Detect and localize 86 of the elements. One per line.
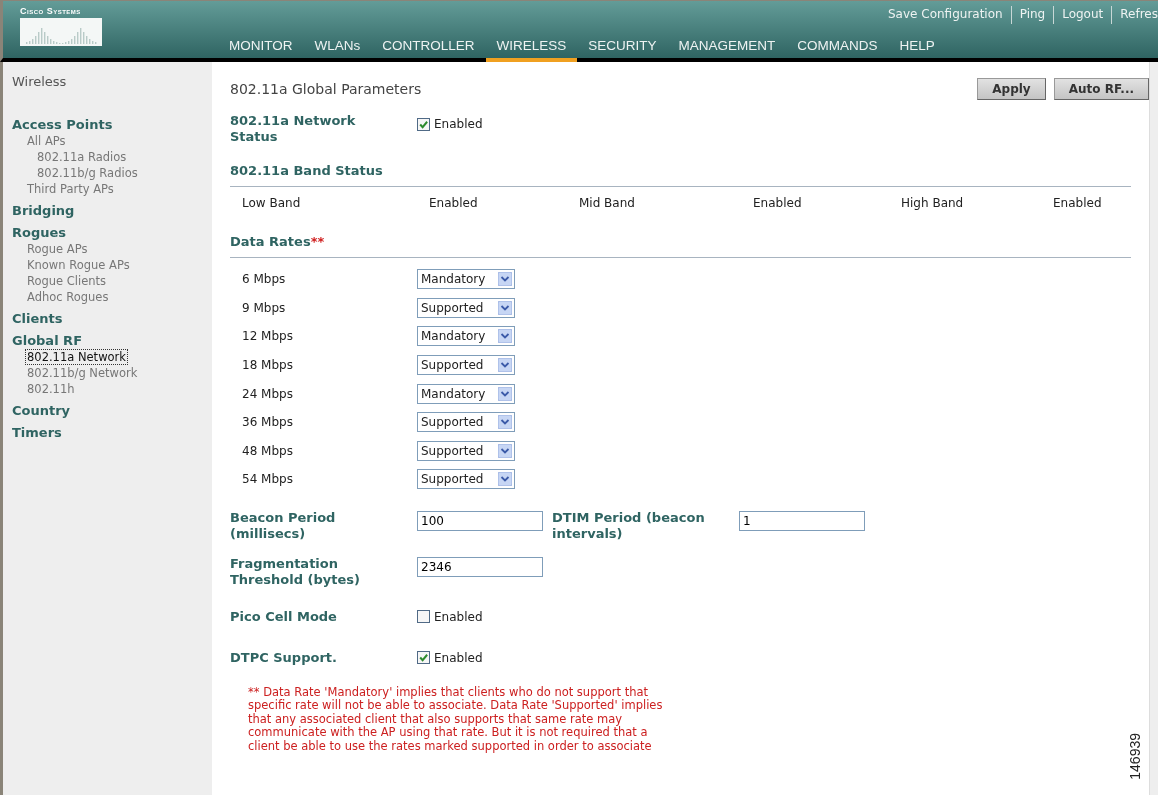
sidebar-section[interactable]: Timers bbox=[12, 425, 62, 441]
sidebar-item[interactable]: Known Rogue APs bbox=[25, 257, 132, 273]
field-label: 802.11a Network Status bbox=[230, 113, 357, 145]
sidebar-item[interactable]: Adhoc Rogues bbox=[25, 289, 111, 305]
rate-dropdown[interactable]: Mandatory bbox=[417, 383, 515, 404]
nav-tab[interactable]: HELP bbox=[888, 38, 946, 62]
sidebar-item[interactable]: 802.11a Radios bbox=[35, 149, 129, 165]
input-field[interactable]: 100 bbox=[417, 510, 543, 531]
sidebar-section[interactable]: Rogues bbox=[12, 225, 67, 241]
caret-icon bbox=[498, 329, 512, 344]
band-value: Enabled bbox=[753, 196, 803, 210]
checkbox-label: Enabled bbox=[434, 650, 483, 665]
rate-label: 9 Mbps bbox=[241, 300, 287, 315]
rate-dropdown[interactable]: Mandatory bbox=[417, 326, 515, 347]
rate-label: 36 Mbps bbox=[241, 415, 294, 430]
figure-number: 146939 bbox=[1127, 733, 1143, 780]
section-heading: 802.11a Band Status bbox=[230, 163, 1131, 187]
field-label: DTIM Period (beacon intervals) bbox=[552, 509, 706, 542]
sidebar-item[interactable]: All APs bbox=[25, 133, 68, 149]
field-label: Fragmentation Threshold (bytes) bbox=[230, 555, 361, 588]
rate-label: 18 Mbps bbox=[241, 358, 294, 373]
section-heading: Data Rates bbox=[230, 234, 311, 249]
input-field[interactable]: 2346 bbox=[417, 556, 543, 577]
nav-tab[interactable]: CONTROLLER bbox=[371, 38, 486, 62]
rate-dropdown[interactable]: Supported bbox=[417, 297, 515, 318]
caret-icon bbox=[498, 358, 512, 373]
rate-label: 12 Mbps bbox=[241, 329, 294, 344]
footnote-marker: ** bbox=[310, 234, 325, 249]
sidebar-item[interactable]: 802.11h bbox=[25, 381, 77, 397]
rate-dropdown[interactable]: Supported bbox=[417, 355, 515, 376]
field-label: Beacon Period (millisecs) bbox=[230, 509, 337, 542]
header-link[interactable]: Ping bbox=[1010, 6, 1054, 24]
page-title: 802.11a Global Parameters bbox=[230, 81, 422, 97]
nav-tab[interactable]: WIRELESS bbox=[485, 38, 578, 62]
band-label: Mid Band bbox=[579, 196, 636, 210]
header-link[interactable]: Logout bbox=[1053, 6, 1112, 24]
rate-dropdown[interactable]: Supported bbox=[417, 469, 515, 490]
rate-label: 6 Mbps bbox=[241, 272, 287, 287]
nav-tab[interactable]: COMMANDS bbox=[786, 38, 889, 62]
checkbox-label: Enabled bbox=[434, 117, 483, 131]
sidebar-item[interactable]: Third Party APs bbox=[25, 181, 116, 197]
rate-label: 48 Mbps bbox=[241, 443, 294, 458]
rate-label: 24 Mbps bbox=[241, 386, 294, 401]
band-value: Enabled bbox=[429, 196, 479, 210]
header-link[interactable]: Refres bbox=[1111, 6, 1158, 24]
sidebar-item[interactable]: 802.11b/g Radios bbox=[35, 165, 140, 181]
field-label: Pico Cell Mode bbox=[230, 608, 338, 625]
sidebar-section[interactable]: Bridging bbox=[12, 203, 75, 219]
checkbox-label: Enabled bbox=[434, 609, 483, 624]
caret-icon bbox=[498, 415, 512, 430]
logo-bars-icon bbox=[20, 18, 102, 46]
checkbox[interactable] bbox=[417, 117, 430, 131]
header-link[interactable]: Save Configuration bbox=[880, 6, 1011, 24]
sidebar-item[interactable]: 802.11a Network bbox=[25, 349, 128, 365]
rate-dropdown[interactable]: Supported bbox=[417, 440, 515, 461]
band-label: Low Band bbox=[242, 196, 302, 210]
sidebar-section[interactable]: Global RF bbox=[12, 333, 82, 349]
rate-dropdown[interactable]: Supported bbox=[417, 412, 515, 433]
action-button[interactable]: Apply bbox=[977, 78, 1046, 100]
band-value: Enabled bbox=[1053, 196, 1103, 210]
sidebar-section[interactable]: Access Points bbox=[12, 117, 113, 133]
field-label: DTPC Support. bbox=[230, 649, 338, 666]
checkbox[interactable] bbox=[417, 651, 430, 665]
nav-tab[interactable]: WLANs bbox=[303, 38, 372, 62]
nav-tab[interactable]: MANAGEMENT bbox=[667, 38, 787, 62]
caret-icon bbox=[498, 300, 512, 315]
input-field[interactable]: 1 bbox=[739, 510, 865, 531]
caret-icon bbox=[498, 472, 512, 487]
rate-label: 54 Mbps bbox=[241, 472, 294, 487]
caret-icon bbox=[498, 386, 512, 401]
caret-icon bbox=[498, 272, 512, 287]
footnote-text: ** Data Rate 'Mandatory' implies that clients who do not support that specific rate will not be able to associate. Data Rate 'Supported' implies that any associated client that also supports that same rate may communicate with the AP using that rate. But it is not required that a client be able to use the rates marked supported in order to associate bbox=[248, 685, 664, 754]
sidebar-title: Wireless bbox=[12, 74, 67, 89]
band-label: High Band bbox=[901, 196, 965, 210]
sidebar-item[interactable]: Rogue APs bbox=[25, 241, 90, 257]
action-button[interactable]: Auto RF... bbox=[1053, 78, 1149, 100]
sidebar-item[interactable]: Rogue Clients bbox=[25, 273, 109, 289]
nav-tab[interactable]: MONITOR bbox=[218, 38, 304, 62]
sidebar-item[interactable]: 802.11b/g Network bbox=[25, 365, 140, 381]
rate-dropdown[interactable]: Mandatory bbox=[417, 269, 515, 290]
checkbox[interactable] bbox=[417, 610, 430, 624]
caret-icon bbox=[498, 443, 512, 458]
sidebar-section[interactable]: Country bbox=[12, 403, 71, 419]
brand-name: Cisco Systems bbox=[20, 6, 82, 17]
nav-tab[interactable]: SECURITY bbox=[577, 38, 668, 62]
sidebar-section[interactable]: Clients bbox=[12, 311, 63, 327]
